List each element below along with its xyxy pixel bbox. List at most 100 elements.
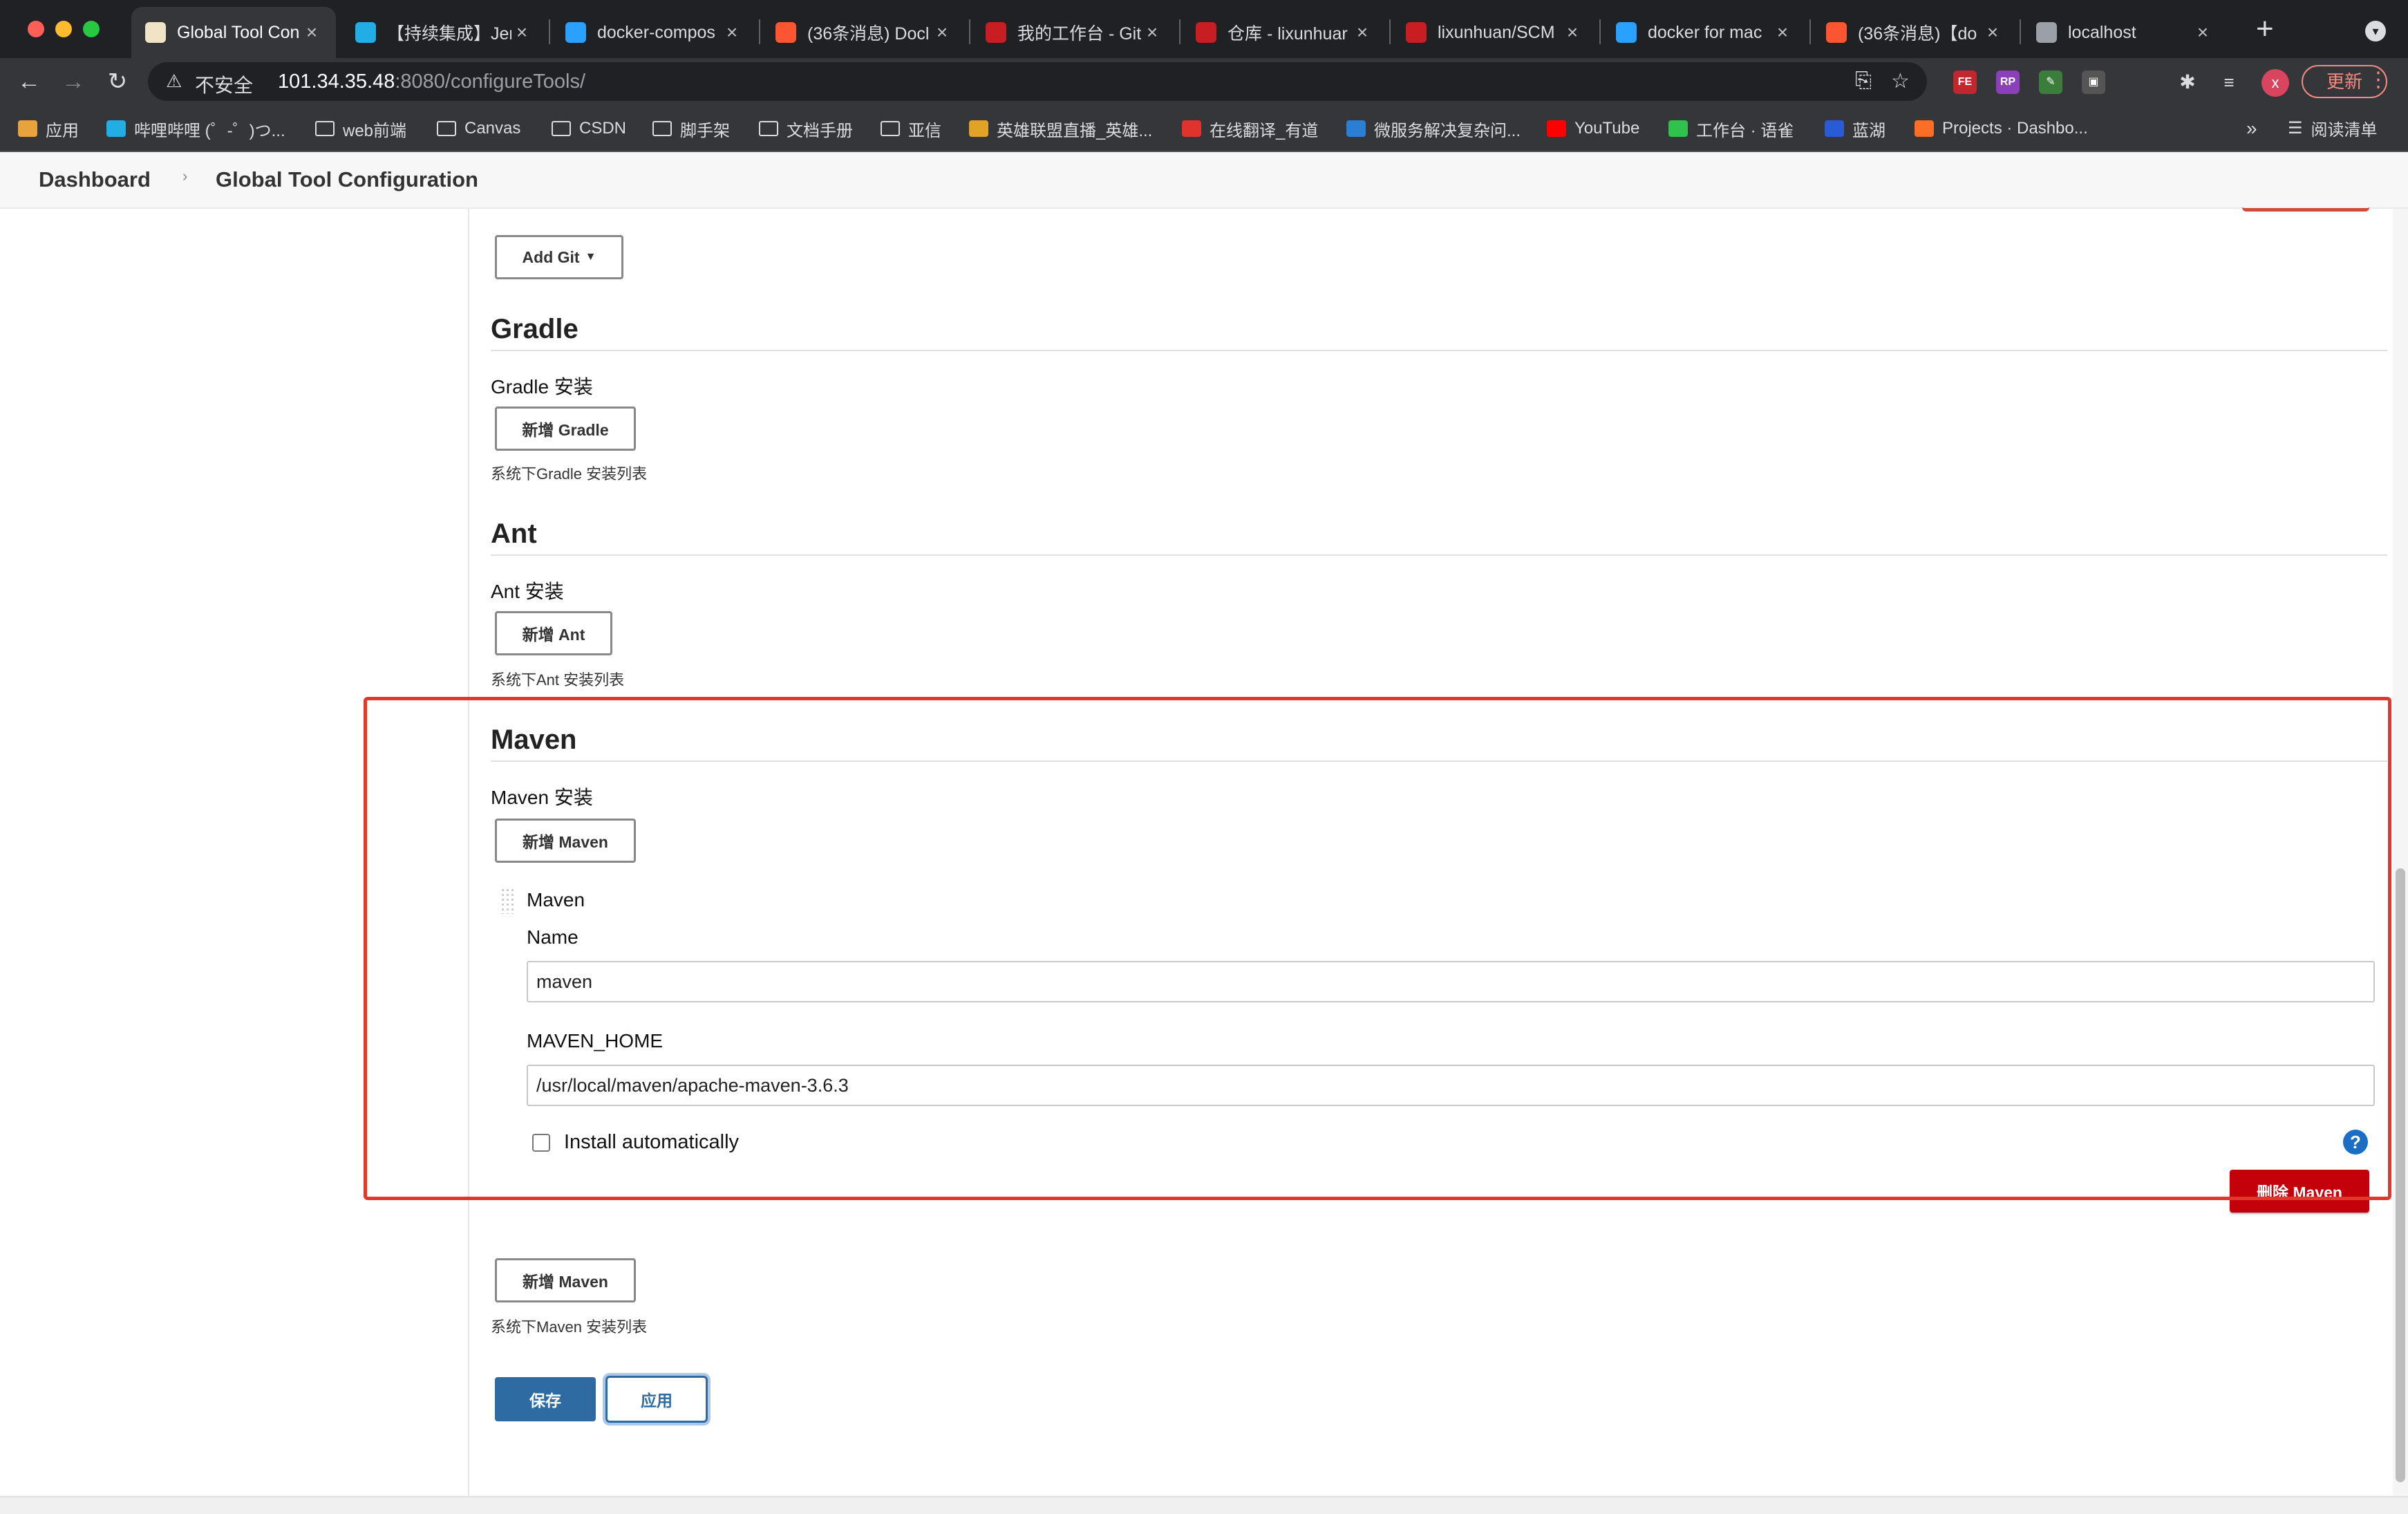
bookmark-item[interactable]: 微服务解决复杂问...: [1346, 116, 1521, 141]
extension-icon[interactable]: FE: [1953, 71, 1977, 94]
tab-close-icon[interactable]: ×: [511, 21, 532, 44]
browser-tab[interactable]: docker for mac ×: [1602, 7, 1807, 58]
browser-tab[interactable]: 【持续集成】Jen ×: [341, 7, 546, 58]
media-controls-icon[interactable]: ≡: [2217, 71, 2241, 94]
bilibili-icon: [106, 120, 126, 137]
bookmark-item[interactable]: web前端: [315, 116, 406, 141]
extension-icon[interactable]: ▣: [2082, 71, 2105, 94]
browser-tab[interactable]: (36条消息)【do ×: [1812, 7, 2017, 58]
forward-button[interactable]: →: [59, 68, 87, 95]
bookmark-star-icon[interactable]: ☆: [1891, 69, 1910, 93]
extensions-puzzle-icon[interactable]: ✱: [2176, 71, 2199, 94]
tab-close-icon[interactable]: ×: [932, 21, 952, 44]
add-maven-button-bottom[interactable]: 新增 Maven: [495, 1258, 636, 1302]
bookmark-item[interactable]: Canvas: [437, 116, 520, 141]
tab-separator: [759, 19, 760, 44]
window-zoom-button[interactable]: [83, 21, 100, 37]
browser-tab[interactable]: (36条消息) Docl ×: [762, 7, 966, 58]
breadcrumb-current[interactable]: Global Tool Configuration: [216, 167, 478, 192]
browser-tab[interactable]: lixunhuan/SCM ×: [1392, 7, 1597, 58]
tab-title: Global Tool Con: [177, 22, 300, 42]
breadcrumb-dashboard[interactable]: Dashboard: [39, 167, 151, 192]
bookmark-item[interactable]: YouTube: [1547, 116, 1639, 141]
add-ant-button[interactable]: 新增 Ant: [495, 611, 612, 655]
bookmark-item[interactable]: 脚手架: [652, 116, 730, 141]
globe-icon: [2036, 22, 2057, 43]
lanhu-icon: [1825, 120, 1844, 137]
tab-close-icon[interactable]: ×: [301, 21, 322, 44]
tab-separator: [969, 19, 970, 44]
bookmark-label: Projects · Dashbo...: [1942, 119, 2088, 138]
reading-list-icon: ☰: [2288, 119, 2303, 138]
delete-button-edge[interactable]: [2242, 200, 2369, 212]
bottom-bar: [0, 1496, 2408, 1514]
tab-title: docker for mac: [1648, 22, 1762, 42]
bookmark-label: web前端: [343, 121, 407, 140]
back-button[interactable]: ←: [15, 68, 43, 95]
caret-down-icon: ▼: [585, 251, 596, 263]
browser-tab[interactable]: 仓库 - lixunhuar ×: [1182, 7, 1386, 58]
chevron-right-icon: ›: [182, 167, 188, 185]
extension-icon[interactable]: RP: [1996, 71, 2020, 94]
tab-search-button[interactable]: ▾: [2365, 21, 2386, 41]
url-path: :8080/configureTools/: [395, 71, 586, 93]
window-close-button[interactable]: [28, 21, 44, 37]
section-divider: [491, 554, 2387, 556]
bookmark-item[interactable]: 在线翻译_有道: [1182, 116, 1318, 141]
browser-tab[interactable]: 我的工作台 - Git ×: [972, 7, 1176, 58]
tab-close-icon[interactable]: ×: [1352, 21, 1373, 44]
tab-close-icon[interactable]: ×: [1562, 21, 1583, 44]
bing-icon: [1616, 22, 1637, 43]
bookmark-item[interactable]: 亚信: [881, 116, 941, 141]
tab-title: 仓库 - lixunhuar: [1227, 24, 1348, 44]
bing-icon: [565, 22, 586, 43]
bookmark-item[interactable]: 文档手册: [759, 116, 853, 141]
reload-button[interactable]: ↻: [104, 68, 131, 95]
bookmark-label: 蓝湖: [1852, 121, 1885, 140]
extension-icon[interactable]: ✎: [2039, 71, 2062, 94]
address-bar[interactable]: ⚠ 不安全 101.34.35.48:8080/configureTools/ …: [148, 62, 1927, 101]
browser-menu-icon[interactable]: ⋮: [2368, 68, 2389, 92]
profile-avatar[interactable]: x: [2261, 69, 2289, 97]
bookmark-label: 工作台 · 语雀: [1696, 121, 1794, 140]
bookmark-item[interactable]: 工作台 · 语雀: [1668, 116, 1794, 141]
bookmark-item[interactable]: Projects · Dashbo...: [1915, 116, 2088, 141]
url-host: 101.34.35.48: [278, 71, 395, 93]
bookmark-item[interactable]: CSDN: [552, 116, 626, 141]
section-divider: [491, 350, 2387, 351]
url-text: 101.34.35.48:8080/configureTools/: [278, 71, 585, 93]
tab-separator: [1809, 19, 1811, 44]
reading-list-button[interactable]: ☰ 阅读清单: [2288, 116, 2378, 140]
apply-button[interactable]: 应用: [605, 1376, 708, 1423]
tab-separator: [549, 19, 550, 44]
bookmark-item[interactable]: 哔哩哔哩 (゜-゜)つ...: [106, 116, 285, 141]
tab-close-icon[interactable]: ×: [1142, 21, 1163, 44]
more-bookmarks-icon[interactable]: »: [2246, 118, 2257, 140]
ant-install-label: Ant 安装: [491, 581, 564, 602]
gitee-icon: [1196, 22, 1216, 43]
bookmark-label: 英雄联盟直播_英雄...: [997, 121, 1153, 140]
bookmark-item[interactable]: 蓝湖: [1825, 116, 1885, 141]
save-button[interactable]: 保存: [495, 1377, 596, 1421]
tab-separator: [1599, 19, 1601, 44]
folder-icon: [552, 121, 571, 136]
scrollbar-thumb[interactable]: [2396, 868, 2405, 1482]
csdn-icon: [1826, 22, 1847, 43]
tab-close-icon[interactable]: ×: [722, 21, 742, 44]
tab-close-icon[interactable]: ×: [1982, 21, 2003, 44]
browser-tab[interactable]: Global Tool Con ×: [131, 7, 336, 58]
add-git-button[interactable]: Add Git ▼: [495, 235, 623, 279]
tab-title: localhost: [2068, 22, 2136, 42]
new-tab-button[interactable]: +: [2256, 14, 2274, 44]
bookmark-item[interactable]: 英雄联盟直播_英雄...: [969, 116, 1152, 141]
tab-title: (36条消息)【do: [1858, 24, 1977, 44]
tab-close-icon[interactable]: ×: [1772, 21, 1793, 44]
tab-title: 我的工作台 - Git: [1017, 24, 1142, 44]
browser-tab[interactable]: localhost ×: [2022, 7, 2227, 58]
browser-tab[interactable]: docker-compos ×: [552, 7, 756, 58]
add-gradle-button[interactable]: 新增 Gradle: [495, 406, 636, 451]
window-minimize-button[interactable]: [55, 21, 72, 37]
translate-icon[interactable]: ⎘: [1855, 69, 1872, 93]
bookmark-item[interactable]: 应用: [18, 116, 79, 141]
tab-close-icon[interactable]: ×: [2192, 21, 2213, 44]
